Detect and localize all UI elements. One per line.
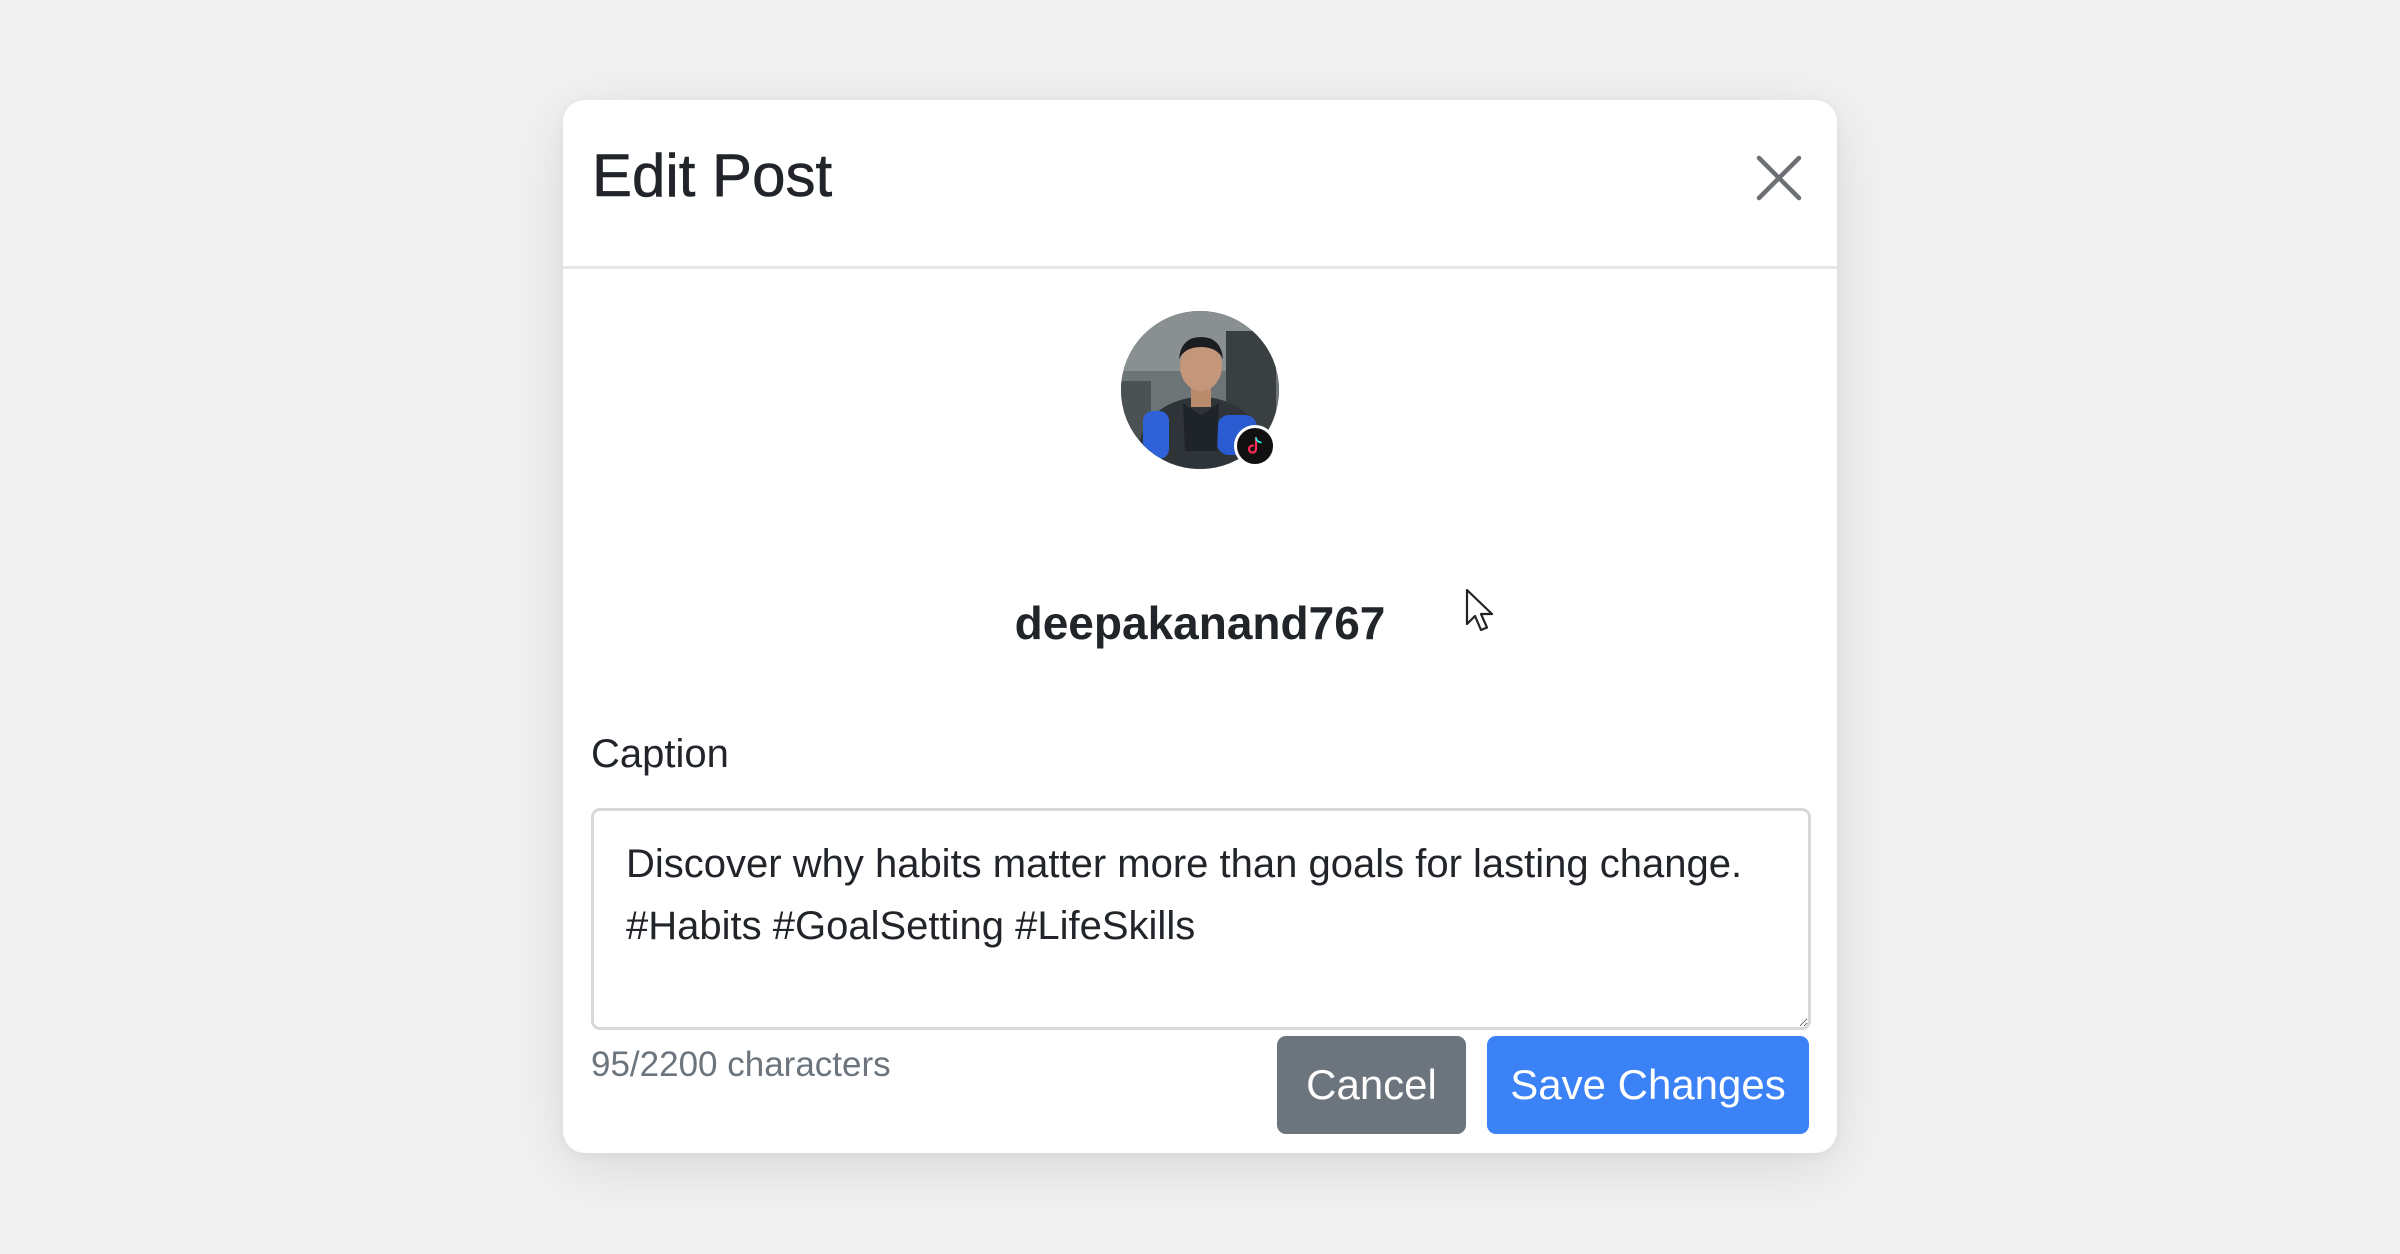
character-count: 95/2200 characters: [591, 1045, 891, 1084]
cancel-button[interactable]: Cancel: [1277, 1036, 1466, 1134]
edit-post-modal: Edit Post deepakanand767 Caption Discove…: [563, 100, 1837, 1153]
tiktok-icon: [1247, 436, 1262, 454]
save-changes-button[interactable]: Save Changes: [1487, 1036, 1809, 1134]
close-icon: [1756, 155, 1802, 201]
caption-label: Caption: [591, 732, 729, 776]
username: deepakanand767: [1014, 597, 1386, 649]
caption-textarea[interactable]: Discover why habits matter more than goa…: [591, 808, 1811, 1030]
page-backdrop: Edit Post deepakanand767 Caption Discove…: [0, 0, 2400, 1254]
mouse-cursor-icon: [1465, 588, 1494, 632]
modal-header: Edit Post: [563, 100, 1837, 269]
close-button[interactable]: [1747, 146, 1811, 210]
modal-title: Edit Post: [592, 142, 833, 210]
tiktok-badge: [1234, 425, 1276, 467]
